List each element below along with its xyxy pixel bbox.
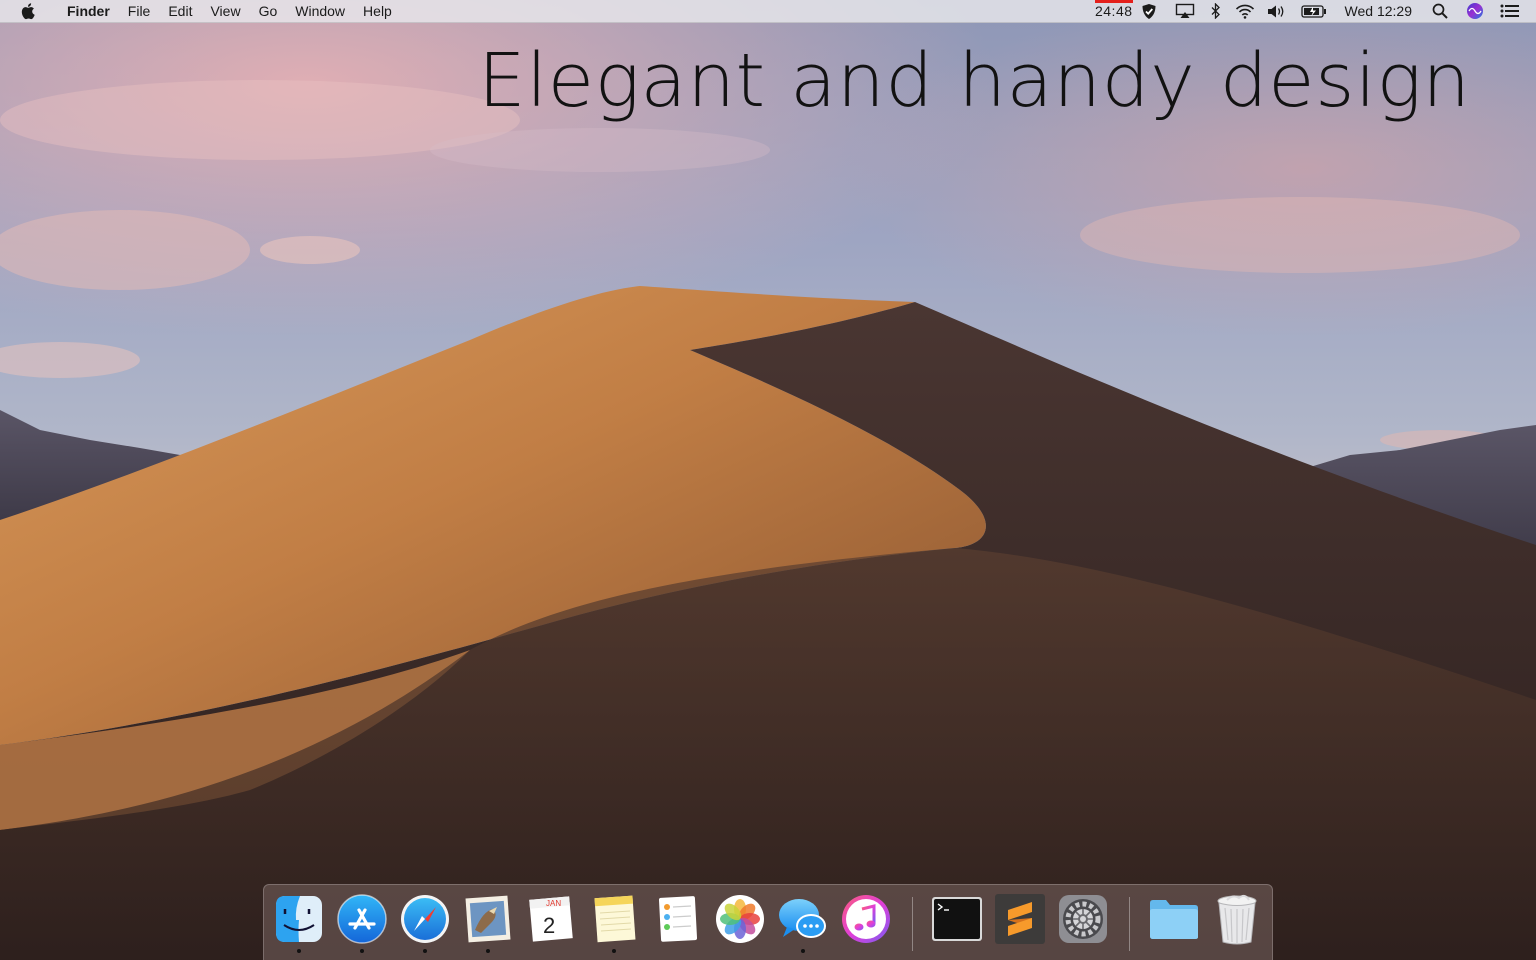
reminders-icon bbox=[658, 896, 698, 942]
menu-view[interactable]: View bbox=[201, 0, 249, 23]
dock-separator bbox=[1129, 897, 1130, 951]
timer-progress-bar bbox=[1094, 0, 1133, 3]
dock-item-finder[interactable] bbox=[273, 893, 325, 953]
dock-item-system-preferences[interactable] bbox=[1057, 893, 1109, 945]
wifi-icon[interactable] bbox=[1235, 0, 1255, 23]
menu-file[interactable]: File bbox=[119, 0, 160, 23]
running-indicator bbox=[801, 949, 805, 953]
photos-icon bbox=[716, 895, 764, 943]
dock-item-reminders[interactable] bbox=[651, 893, 703, 945]
airplay-icon[interactable] bbox=[1175, 0, 1195, 23]
dock: JAN 2 bbox=[263, 884, 1273, 960]
menu-app-name[interactable]: Finder bbox=[58, 0, 119, 23]
menu-bar-extras: 24:48 Wed 12:29 bbox=[1081, 0, 1536, 22]
menu-edit[interactable]: Edit bbox=[159, 0, 201, 23]
finder-icon bbox=[276, 896, 322, 942]
running-indicator bbox=[297, 949, 301, 953]
desert-wallpaper bbox=[0, 0, 1536, 960]
sublime-text-icon bbox=[995, 894, 1045, 944]
terminal-icon bbox=[932, 897, 982, 941]
trash-icon bbox=[1217, 894, 1257, 945]
notification-center-icon[interactable] bbox=[1500, 0, 1520, 23]
notes-icon bbox=[594, 895, 636, 943]
siri-icon[interactable] bbox=[1466, 0, 1484, 23]
safari-icon bbox=[401, 895, 449, 943]
calendar-icon: JAN 2 bbox=[529, 896, 573, 942]
running-indicator bbox=[486, 949, 490, 953]
dock-item-safari[interactable] bbox=[399, 893, 451, 953]
menu-go[interactable]: Go bbox=[250, 0, 287, 23]
app-store-icon bbox=[337, 894, 387, 944]
headline-text: Elegant and handy design bbox=[478, 38, 1471, 124]
system-preferences-icon bbox=[1059, 895, 1107, 943]
timer-status-item[interactable]: 24:48 bbox=[1094, 0, 1133, 23]
bluetooth-icon[interactable] bbox=[1211, 0, 1221, 23]
dock-separator bbox=[912, 897, 913, 951]
shield-icon[interactable] bbox=[1141, 0, 1157, 23]
volume-icon[interactable] bbox=[1267, 0, 1287, 23]
menu-bar: Finder File Edit View Go Window Help 24:… bbox=[0, 0, 1536, 23]
clock[interactable]: Wed 12:29 bbox=[1345, 0, 1412, 23]
itunes-icon bbox=[842, 895, 890, 943]
desktop: Finder File Edit View Go Window Help 24:… bbox=[0, 0, 1536, 960]
dock-item-sublime-text[interactable] bbox=[994, 893, 1046, 945]
folder-icon bbox=[1150, 900, 1198, 939]
dock-item-mail[interactable] bbox=[462, 893, 514, 953]
running-indicator bbox=[360, 949, 364, 953]
menu-help[interactable]: Help bbox=[354, 0, 401, 23]
search-icon[interactable] bbox=[1432, 0, 1448, 23]
apple-icon[interactable] bbox=[18, 2, 40, 20]
mail-icon bbox=[465, 895, 511, 943]
running-indicator bbox=[423, 949, 427, 953]
dock-item-trash[interactable] bbox=[1211, 893, 1263, 945]
menu-bar-left: Finder File Edit View Go Window Help bbox=[0, 0, 401, 22]
dock-item-notes[interactable] bbox=[588, 893, 640, 953]
dock-item-terminal[interactable] bbox=[931, 893, 983, 945]
dock-item-itunes[interactable] bbox=[840, 893, 892, 945]
messages-icon bbox=[779, 899, 826, 938]
dock-item-app-store[interactable] bbox=[336, 893, 388, 953]
dock-item-photos[interactable] bbox=[714, 893, 766, 945]
running-indicator bbox=[612, 949, 616, 953]
dock-item-folder[interactable] bbox=[1148, 893, 1200, 945]
battery-icon[interactable] bbox=[1300, 0, 1327, 23]
calendar-month: JAN bbox=[546, 899, 561, 908]
menu-window[interactable]: Window bbox=[286, 0, 354, 23]
dock-item-calendar[interactable]: JAN 2 bbox=[525, 893, 577, 945]
calendar-day: 2 bbox=[543, 913, 555, 938]
timer-text: 24:48 bbox=[1094, 3, 1133, 19]
dock-item-messages[interactable] bbox=[777, 893, 829, 953]
